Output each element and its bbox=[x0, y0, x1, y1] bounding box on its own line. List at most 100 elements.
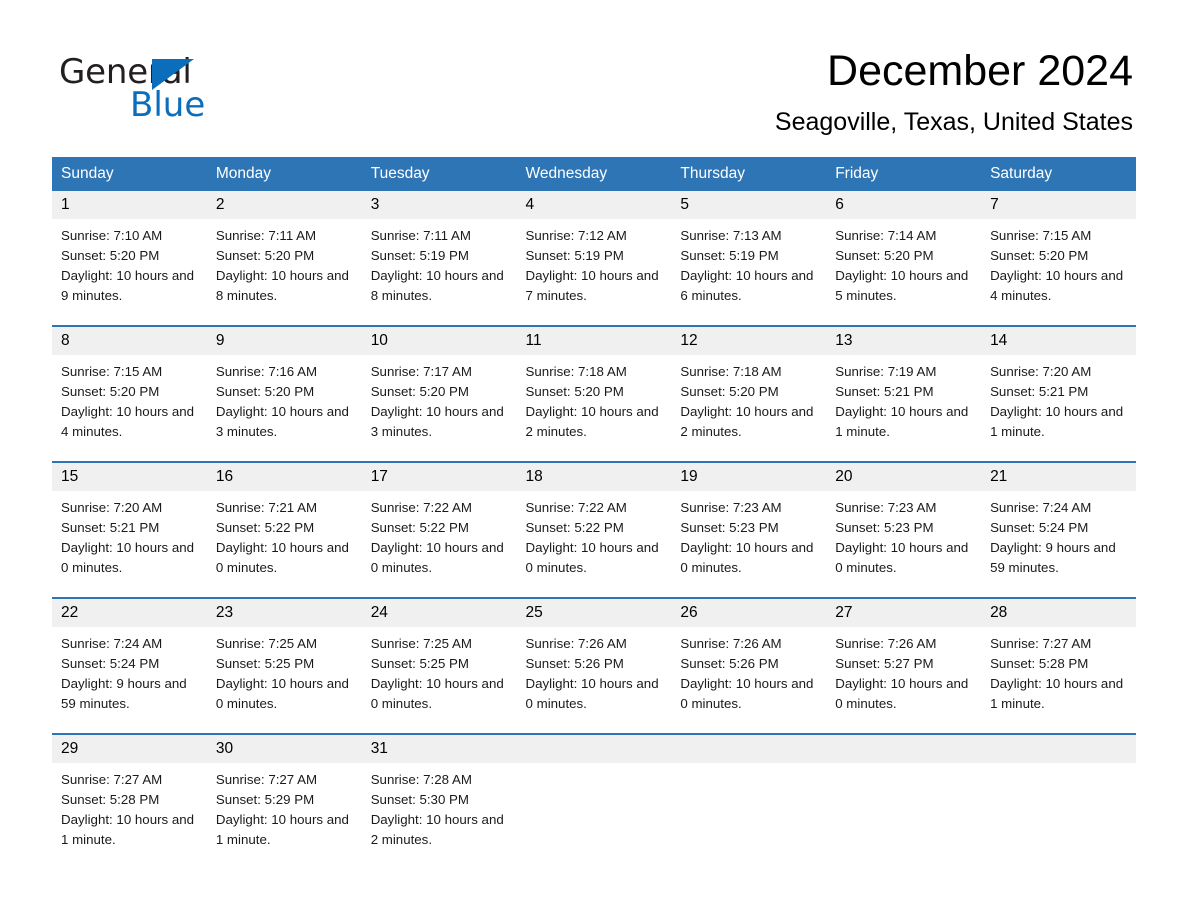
sun-times: Sunrise: 7:15 AM Sunset: 5:20 PM Daylight:… bbox=[52, 355, 207, 442]
sunset-text: Sunset: 5:21 PM bbox=[835, 384, 934, 399]
sunset-text: Sunset: 5:27 PM bbox=[835, 656, 934, 671]
sunset-text: Sunset: 5:22 PM bbox=[215, 520, 315, 535]
day-cell-empty bbox=[516, 733, 672, 869]
day-number: 20 bbox=[826, 463, 982, 491]
day-cell[interactable]: 27 Sunrise: 7:26 AM Sunset: 5:27 PM Dayligh… bbox=[826, 597, 982, 734]
sunrise-text: Sunrise: 7:23 AM bbox=[680, 500, 782, 515]
day-cell[interactable]: 24 Sunrise: 7:25 AM Sunset: 5:25 PM Dayligh… bbox=[361, 597, 517, 734]
day-number: 8 bbox=[52, 327, 207, 355]
sun-times: Sunrise: 7:15 AM Sunset: 5:20 PM Daylight:… bbox=[981, 219, 1136, 306]
day-cell[interactable]: 10 Sunrise: 7:17 AM Sunset: 5:20 PM Dayligh… bbox=[361, 325, 517, 462]
calendar-header-row: Sunday Monday Tuesday Wednesday Thursday… bbox=[52, 157, 1136, 191]
generalblue-logo[interactable]: General Blue bbox=[59, 52, 259, 127]
daylight-text: Daylight: 9 hours and 59 minutes. bbox=[990, 540, 1116, 575]
day-cell-body: Sunrise: 7:18 AM Sunset: 5:20 PM Daylight:… bbox=[671, 355, 826, 461]
day-cell[interactable]: 31 Sunrise: 7:28 AM Sunset: 5:30 PM Dayligh… bbox=[361, 733, 517, 869]
day-cell[interactable]: 15 Sunrise: 7:20 AM Sunset: 5:21 PM Dayligh… bbox=[52, 461, 207, 598]
sun-times: Sunrise: 7:14 AM Sunset: 5:20 PM Daylight:… bbox=[826, 219, 981, 306]
sun-times: Sunrise: 7:13 AM Sunset: 5:19 PM Daylight:… bbox=[671, 219, 826, 306]
sun-times: Sunrise: 7:21 AM Sunset: 5:22 PM Daylight:… bbox=[207, 491, 362, 578]
day-cell-body: Sunrise: 7:16 AM Sunset: 5:20 PM Daylight:… bbox=[207, 355, 362, 461]
sunset-text: Sunset: 5:22 PM bbox=[525, 520, 624, 535]
day-cell-body: Sunrise: 7:23 AM Sunset: 5:23 PM Daylight:… bbox=[671, 491, 826, 597]
day-cell[interactable]: 9 Sunrise: 7:16 AM Sunset: 5:20 PM Daylight… bbox=[206, 325, 362, 462]
day-cell[interactable]: 6 Sunrise: 7:14 AM Sunset: 5:20 PM Daylight… bbox=[826, 191, 982, 326]
day-cell-body: Sunrise: 7:27 AM Sunset: 5:29 PM Daylight:… bbox=[207, 763, 362, 869]
sunrise-text: Sunrise: 7:26 AM bbox=[525, 636, 627, 651]
day-number: 7 bbox=[981, 191, 1136, 219]
day-cell[interactable]: 1 Sunrise: 7:10 AM Sunset: 5:20 PM Daylight… bbox=[52, 191, 207, 326]
daylight-text: Daylight: 10 hours and 0 minutes. bbox=[370, 676, 504, 711]
day-cell[interactable]: 8 Sunrise: 7:15 AM Sunset: 5:20 PM Daylight… bbox=[52, 325, 207, 462]
day-cell[interactable]: 14 Sunrise: 7:20 AM Sunset: 5:21 PM Dayligh… bbox=[981, 325, 1136, 462]
sunset-text: Sunset: 5:20 PM bbox=[370, 384, 469, 399]
sunset-text: Sunset: 5:25 PM bbox=[215, 656, 315, 671]
day-cell[interactable]: 4 Sunrise: 7:12 AM Sunset: 5:19 PM Daylight… bbox=[516, 191, 672, 326]
day-cell[interactable]: 17 Sunrise: 7:22 AM Sunset: 5:22 PM Dayligh… bbox=[361, 461, 517, 598]
sun-times: Sunrise: 7:27 AM Sunset: 5:28 PM Daylight:… bbox=[52, 763, 207, 850]
daylight-text: Daylight: 10 hours and 3 minutes. bbox=[215, 404, 349, 439]
day-cell[interactable]: 13 Sunrise: 7:19 AM Sunset: 5:21 PM Dayligh… bbox=[826, 325, 982, 462]
sunset-text: Sunset: 5:29 PM bbox=[215, 792, 315, 807]
daylight-text: Daylight: 10 hours and 1 minute. bbox=[990, 676, 1124, 711]
page-masthead: General Blue December 2024 Seagoville, T… bbox=[0, 0, 1188, 155]
calendar-page: General Blue December 2024 Seagoville, T… bbox=[0, 0, 1188, 918]
calendar-body: 1 Sunrise: 7:10 AM Sunset: 5:20 PM Daylight… bbox=[52, 191, 1136, 869]
sunrise-text: Sunrise: 7:10 AM bbox=[61, 228, 163, 243]
day-number bbox=[981, 735, 1136, 763]
sunset-text: Sunset: 5:20 PM bbox=[525, 384, 624, 399]
sunset-text: Sunset: 5:26 PM bbox=[680, 656, 779, 671]
sunrise-text: Sunrise: 7:15 AM bbox=[61, 364, 163, 379]
sun-times: Sunrise: 7:27 AM Sunset: 5:29 PM Daylight:… bbox=[207, 763, 362, 850]
day-cell[interactable]: 30 Sunrise: 7:27 AM Sunset: 5:29 PM Dayligh… bbox=[206, 733, 362, 869]
day-cell[interactable]: 22 Sunrise: 7:24 AM Sunset: 5:24 PM Dayligh… bbox=[52, 597, 207, 734]
sun-times: Sunrise: 7:23 AM Sunset: 5:23 PM Daylight:… bbox=[671, 491, 826, 578]
weekday-header-thursday: Thursday bbox=[671, 157, 827, 191]
sunrise-text: Sunrise: 7:27 AM bbox=[990, 636, 1092, 651]
day-cell[interactable]: 28 Sunrise: 7:27 AM Sunset: 5:28 PM Dayligh… bbox=[981, 597, 1136, 734]
sun-times: Sunrise: 7:26 AM Sunset: 5:26 PM Daylight:… bbox=[517, 627, 672, 714]
sunrise-text: Sunrise: 7:11 AM bbox=[215, 228, 317, 243]
day-cell[interactable]: 19 Sunrise: 7:23 AM Sunset: 5:23 PM Dayligh… bbox=[671, 461, 827, 598]
sunset-text: Sunset: 5:20 PM bbox=[215, 248, 315, 263]
day-cell[interactable]: 7 Sunrise: 7:15 AM Sunset: 5:20 PM Daylight… bbox=[981, 191, 1136, 326]
day-cell[interactable]: 2 Sunrise: 7:11 AM Sunset: 5:20 PM Daylight… bbox=[206, 191, 362, 326]
sun-times: Sunrise: 7:25 AM Sunset: 5:25 PM Daylight:… bbox=[362, 627, 517, 714]
day-number: 28 bbox=[981, 599, 1136, 627]
day-cell-body bbox=[671, 763, 827, 869]
day-cell-body: Sunrise: 7:18 AM Sunset: 5:20 PM Daylight:… bbox=[517, 355, 672, 461]
day-cell[interactable]: 11 Sunrise: 7:18 AM Sunset: 5:20 PM Dayligh… bbox=[516, 325, 672, 462]
day-cell-body: Sunrise: 7:24 AM Sunset: 5:24 PM Daylight:… bbox=[52, 627, 207, 733]
calendar-week-row: 22 Sunrise: 7:24 AM Sunset: 5:24 PM Dayligh… bbox=[52, 597, 1136, 734]
day-cell[interactable]: 3 Sunrise: 7:11 AM Sunset: 5:19 PM Daylight… bbox=[361, 191, 517, 326]
day-cell[interactable]: 21 Sunrise: 7:24 AM Sunset: 5:24 PM Dayligh… bbox=[981, 461, 1136, 598]
sun-times: Sunrise: 7:17 AM Sunset: 5:20 PM Daylight:… bbox=[362, 355, 517, 442]
sunset-text: Sunset: 5:20 PM bbox=[990, 248, 1089, 263]
daylight-text: Daylight: 10 hours and 7 minutes. bbox=[525, 268, 659, 303]
day-cell[interactable]: 25 Sunrise: 7:26 AM Sunset: 5:26 PM Dayligh… bbox=[516, 597, 672, 734]
day-cell[interactable]: 16 Sunrise: 7:21 AM Sunset: 5:22 PM Dayligh… bbox=[206, 461, 362, 598]
day-cell-body: Sunrise: 7:23 AM Sunset: 5:23 PM Daylight:… bbox=[826, 491, 981, 597]
day-cell[interactable]: 20 Sunrise: 7:23 AM Sunset: 5:23 PM Dayligh… bbox=[826, 461, 982, 598]
sunrise-text: Sunrise: 7:24 AM bbox=[61, 636, 163, 651]
sunrise-text: Sunrise: 7:20 AM bbox=[990, 364, 1092, 379]
day-cell[interactable]: 23 Sunrise: 7:25 AM Sunset: 5:25 PM Dayligh… bbox=[206, 597, 362, 734]
day-cell[interactable]: 5 Sunrise: 7:13 AM Sunset: 5:19 PM Daylight… bbox=[671, 191, 827, 326]
daylight-text: Daylight: 10 hours and 0 minutes. bbox=[525, 676, 659, 711]
sunrise-text: Sunrise: 7:12 AM bbox=[525, 228, 627, 243]
day-cell[interactable]: 26 Sunrise: 7:26 AM Sunset: 5:26 PM Dayligh… bbox=[671, 597, 827, 734]
sunrise-text: Sunrise: 7:18 AM bbox=[680, 364, 782, 379]
day-cell[interactable]: 12 Sunrise: 7:18 AM Sunset: 5:20 PM Dayligh… bbox=[671, 325, 827, 462]
sunset-text: Sunset: 5:19 PM bbox=[370, 248, 469, 263]
day-cell[interactable]: 18 Sunrise: 7:22 AM Sunset: 5:22 PM Dayligh… bbox=[516, 461, 672, 598]
daylight-text: Daylight: 10 hours and 2 minutes. bbox=[525, 404, 659, 439]
sunset-text: Sunset: 5:20 PM bbox=[61, 384, 160, 399]
sunset-text: Sunset: 5:24 PM bbox=[61, 656, 160, 671]
daylight-text: Daylight: 10 hours and 9 minutes. bbox=[61, 268, 195, 303]
day-cell[interactable]: 29 Sunrise: 7:27 AM Sunset: 5:28 PM Dayligh… bbox=[52, 733, 207, 869]
day-number bbox=[671, 735, 827, 763]
day-number: 15 bbox=[52, 463, 207, 491]
day-cell-body: Sunrise: 7:14 AM Sunset: 5:20 PM Daylight:… bbox=[826, 219, 981, 325]
day-cell-body: Sunrise: 7:10 AM Sunset: 5:20 PM Daylight:… bbox=[52, 219, 207, 325]
day-number: 12 bbox=[671, 327, 827, 355]
